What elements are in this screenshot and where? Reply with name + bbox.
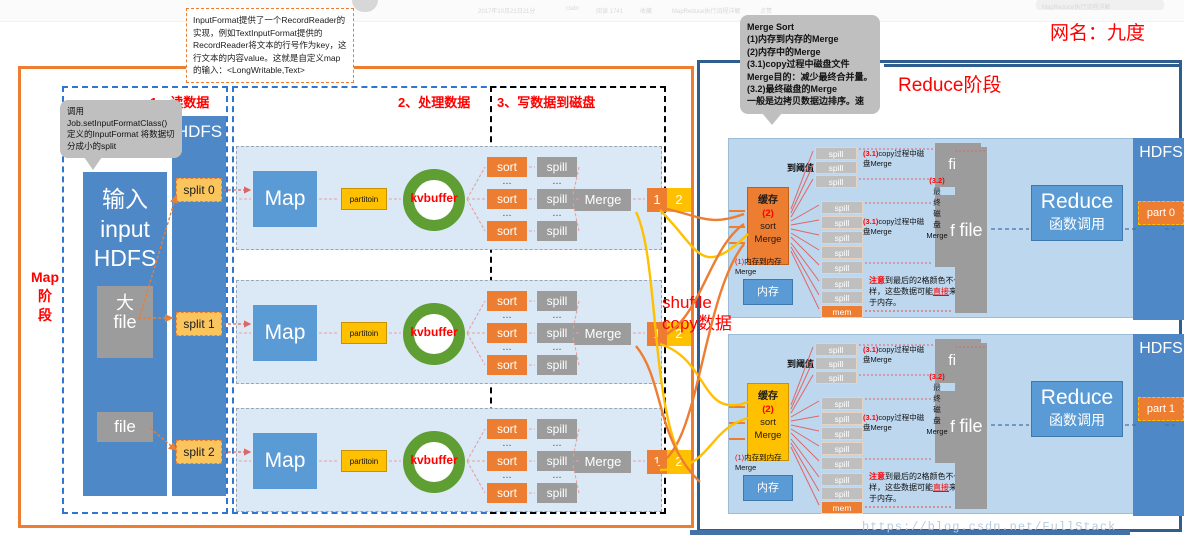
big-file-block: 大 file: [97, 286, 153, 358]
section-label-process: 2、处理数据: [398, 95, 471, 110]
row-arrows: [239, 428, 645, 494]
callout-inputformat: InputFormat提供了一个RecordReader的实现，例如TextIn…: [186, 8, 354, 83]
input-label-line3: HDFS: [93, 245, 157, 271]
small-file-block: file: [97, 412, 153, 442]
split-2-box[interactable]: split 2: [176, 440, 222, 464]
callout-tail: [762, 112, 782, 125]
input-label-line1: 输入: [102, 186, 148, 212]
author-title: 网名：九度: [1050, 23, 1146, 44]
shuffle-label-line2: copy数据: [662, 314, 732, 333]
split-1-box[interactable]: split 1: [176, 312, 222, 336]
page-remnants-strip: 2017年10月21日21分 csdn 阅读 1741 收藏 MapReduce…: [0, 0, 1184, 22]
watermark-url: https://blog.csdn.net/FullStack: [862, 520, 1117, 534]
output-partition-2[interactable]: 2: [667, 188, 691, 212]
map-pipeline-row: Map partitoin kvbuffer sort spill sort spill so…: [236, 280, 691, 384]
reduce-row-arrows: [729, 148, 1175, 312]
split-0-box[interactable]: split 0: [176, 178, 222, 202]
reduce-pipeline-row: 到阈值 缓存 (2) sort Merge (1)内存到内存 Merge 内存 spill spi…: [728, 138, 1184, 320]
map-pipeline-row: Map partitoin kvbuffer sort spill sort spill so…: [236, 146, 691, 250]
hdfs-column: HDFS: [172, 116, 226, 496]
reduce-pipeline-row: 到阈值 缓存 (2) sort Merge (1)内存到内存 Merge 内存 spill spi…: [728, 334, 1184, 516]
callout-split-text: 调用 Job.setInputFormatClass()定义的InputForm…: [67, 106, 175, 151]
callout-merge-text: Merge Sort (1)内存到内存的Merge (2)内存中的Merge (…: [747, 22, 873, 107]
section-label-write: 3、写数据到磁盘: [497, 95, 596, 110]
reduce-row-arrows: [729, 344, 1175, 508]
reduce-stage-title: Reduce阶段: [898, 75, 1002, 96]
callout-merge-sort: Merge Sort (1)内存到内存的Merge (2)内存中的Merge (…: [740, 15, 880, 125]
callout-split: 调用 Job.setInputFormatClass()定义的InputForm…: [60, 100, 182, 170]
row-arrows: [239, 166, 645, 232]
shuffle-label: shuffle copy数据: [662, 292, 732, 334]
reduce-divider: [884, 64, 1180, 67]
shuffle-label-line1: shuffle: [662, 293, 712, 312]
input-label-line2: input: [100, 216, 150, 242]
map-pipeline-row: Map partitoin kvbuffer sort spill sort spill so…: [236, 408, 691, 512]
output-partition-2[interactable]: 2: [667, 450, 691, 474]
callout-tail: [84, 157, 102, 170]
row-arrows: [239, 300, 645, 366]
